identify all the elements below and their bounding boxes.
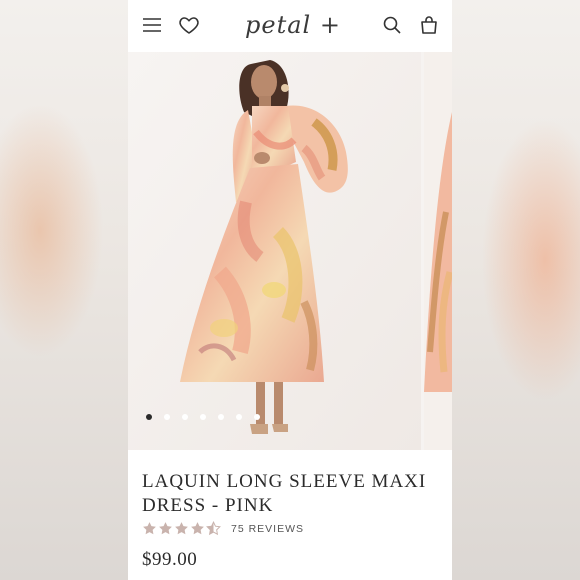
carousel-dots [146,414,260,424]
search-icon[interactable] [380,13,404,37]
carousel-dot[interactable] [182,414,188,420]
brand-logo[interactable]: petal + pup [232,8,354,73]
product-image-gallery[interactable] [128,52,452,450]
product-title: LAQUIN LONG SLEEVE MAXI DRESS - PINK [142,471,427,516]
bag-icon[interactable] [417,13,441,37]
star-half-icon [206,521,221,536]
carousel-dot[interactable] [146,414,152,420]
site-header: petal + pup [128,0,452,73]
carousel-dot[interactable] [200,414,206,420]
star-icon [175,522,188,535]
carousel-dot[interactable] [254,414,260,420]
carousel-dot[interactable] [164,414,170,420]
product-page: petal + pup [128,0,452,580]
star-icon [191,522,204,535]
rating-row[interactable]: 75 REVIEWS [142,521,304,536]
menu-icon[interactable] [140,13,164,37]
carousel-dot[interactable] [236,414,242,420]
review-count-link[interactable]: 75 REVIEWS [231,523,304,535]
carousel-dot[interactable] [218,414,224,420]
product-price: $99.00 [142,549,198,570]
heart-icon[interactable] [177,13,201,37]
star-icon [143,522,156,535]
star-icon [159,522,172,535]
product-photo [128,52,421,450]
next-product-photo[interactable] [424,52,452,450]
star-rating [142,521,221,536]
product-info: LAQUIN LONG SLEEVE MAXI DRESS - PINK 75 … [128,450,452,580]
